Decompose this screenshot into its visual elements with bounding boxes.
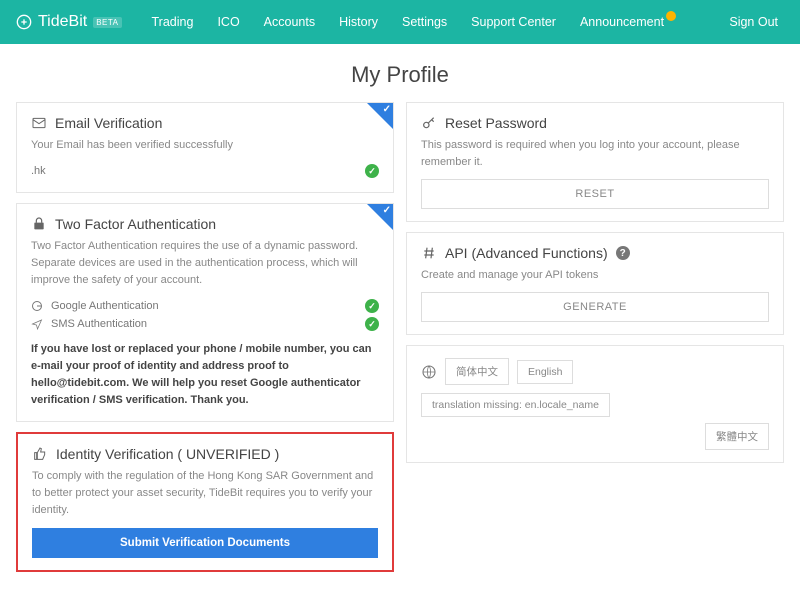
top-navbar: TideBit BETA Trading ICO Accounts Histor…: [0, 0, 800, 44]
reset-password-card: Reset Password This password is required…: [406, 102, 784, 222]
language-card: 简体中文 English translation missing: en.loc…: [406, 345, 784, 463]
email-card-desc: Your Email has been verified successfull…: [31, 137, 379, 154]
mail-icon: [31, 115, 47, 131]
lang-traditional-chinese[interactable]: 繁體中文: [705, 423, 769, 450]
nav-support[interactable]: Support Center: [459, 15, 568, 29]
tfa-card-title: Two Factor Authentication: [55, 216, 216, 232]
right-column: Reset Password This password is required…: [406, 102, 784, 572]
reset-card-title: Reset Password: [445, 115, 547, 131]
nav-settings[interactable]: Settings: [390, 15, 459, 29]
help-icon[interactable]: ?: [616, 246, 630, 260]
nav-announcement[interactable]: Announcement: [568, 15, 676, 29]
brand-beta-badge: BETA: [93, 17, 121, 28]
lock-icon: [31, 216, 47, 232]
tfa-google-row[interactable]: Google Authentication: [31, 297, 379, 315]
tfa-sms-label: SMS Authentication: [51, 318, 147, 330]
reset-card-desc: This password is required when you log i…: [421, 137, 769, 171]
brand-name: TideBit: [38, 13, 87, 31]
check-icon: [365, 299, 379, 313]
google-icon: [31, 300, 43, 312]
verified-corner-badge: [367, 103, 393, 129]
nav-signout[interactable]: Sign Out: [723, 15, 784, 29]
email-card-title: Email Verification: [55, 115, 162, 131]
identity-card-title: Identity Verification ( UNVERIFIED ): [56, 446, 279, 462]
thumbs-up-icon: [32, 446, 48, 462]
api-card-desc: Create and manage your API tokens: [421, 267, 769, 284]
nav-history[interactable]: History: [327, 15, 390, 29]
identity-verification-card: Identity Verification ( UNVERIFIED ) To …: [16, 432, 394, 571]
send-icon: [31, 318, 43, 330]
tfa-google-label: Google Authentication: [51, 300, 159, 312]
tfa-card-desc: Two Factor Authentication requires the u…: [31, 238, 379, 289]
brand-logo[interactable]: TideBit BETA: [16, 13, 122, 31]
logo-icon: [16, 14, 32, 30]
check-icon: [365, 317, 379, 331]
lang-missing[interactable]: translation missing: en.locale_name: [421, 393, 610, 417]
email-value: .hk: [31, 165, 46, 177]
submit-verification-button[interactable]: Submit Verification Documents: [32, 528, 378, 558]
hash-icon: [421, 245, 437, 261]
lang-simplified-chinese[interactable]: 简体中文: [445, 358, 509, 385]
left-column: Email Verification Your Email has been v…: [16, 102, 394, 572]
nav-trading[interactable]: Trading: [140, 15, 206, 29]
api-card: API (Advanced Functions) ? Create and ma…: [406, 232, 784, 335]
email-verification-card: Email Verification Your Email has been v…: [16, 102, 394, 193]
reset-button[interactable]: RESET: [421, 179, 769, 209]
nav-accounts[interactable]: Accounts: [252, 15, 327, 29]
tfa-note: If you have lost or replaced your phone …: [31, 341, 379, 409]
verified-corner-badge: [367, 204, 393, 230]
api-card-title: API (Advanced Functions): [445, 245, 608, 261]
lang-english[interactable]: English: [517, 360, 573, 384]
nav-ico[interactable]: ICO: [205, 15, 251, 29]
identity-card-desc: To comply with the regulation of the Hon…: [32, 468, 378, 519]
page-title: My Profile: [0, 62, 800, 88]
tfa-sms-row[interactable]: SMS Authentication: [31, 315, 379, 333]
two-factor-card: Two Factor Authentication Two Factor Aut…: [16, 203, 394, 422]
main-nav: Trading ICO Accounts History Settings Su…: [140, 15, 724, 29]
globe-icon: [421, 364, 437, 380]
check-icon: [365, 164, 379, 178]
generate-button[interactable]: GENERATE: [421, 292, 769, 322]
key-icon: [421, 115, 437, 131]
content-columns: Email Verification Your Email has been v…: [0, 102, 800, 592]
